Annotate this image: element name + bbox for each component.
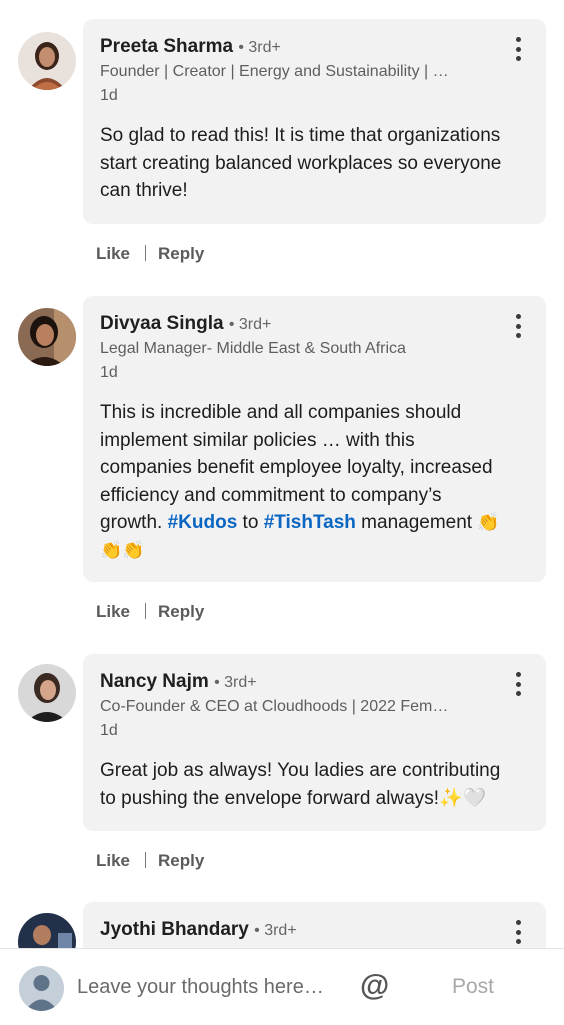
commenter-headline: Co-Founder & CEO at Cloudhoods | 2022 Fe… [100,698,449,715]
avatar[interactable] [18,32,76,90]
more-options-icon[interactable] [510,37,526,61]
post-button[interactable]: Post [452,975,494,999]
comment-composer: Leave your thoughts here… @ Post [0,948,564,1025]
reply-button[interactable]: Reply [158,244,204,263]
comment-timestamp: 1d [100,364,118,381]
comment-bubble: Nancy Najm • 3rd+ Co-Founder & CEO at Cl… [83,654,546,831]
connection-degree: • 3rd+ [238,39,281,56]
commenter-name[interactable]: Divyaa Singla [100,313,224,334]
more-options-icon[interactable] [510,672,526,696]
commenter-headline: Legal Manager- Middle East & South Afric… [100,340,406,357]
clapping-hands-emoji: 👏 [477,512,500,532]
more-options-icon[interactable] [510,920,526,944]
profile-photo [18,308,76,366]
profile-photo [18,664,76,722]
comment-timestamp: 1d [100,87,118,104]
divider [145,603,147,619]
like-button[interactable]: Like [96,244,130,263]
comment-actions: Like Reply [96,244,204,264]
commenter-name[interactable]: Nancy Najm [100,671,209,692]
like-button[interactable]: Like [96,602,130,621]
more-options-icon[interactable] [510,314,526,338]
comment-actions: Like Reply [96,851,204,871]
divider [145,245,147,261]
comment-bubble: Divyaa Singla • 3rd+ Legal Manager- Midd… [83,296,546,582]
reply-button[interactable]: Reply [158,851,204,870]
reply-button[interactable]: Reply [158,602,204,621]
connection-degree: • 3rd+ [228,316,272,333]
comment-actions: Like Reply [96,602,204,622]
avatar[interactable] [18,308,76,366]
comment-text: This is incredible and all companies sho… [100,399,502,564]
divider [145,852,147,868]
comment-text-segment: management [355,512,478,533]
comment-bubble: Preeta Sharma • 3rd+ Founder | Creator |… [83,19,546,224]
commenter-headline: Founder | Creator | Energy and Sustainab… [100,63,449,80]
hashtag-link[interactable]: #TishTash [264,512,356,533]
commenter-name[interactable]: Preeta Sharma [100,36,233,57]
clapping-hands-emoji: 👏👏 [100,539,145,560]
comment-text: So glad to read this! It is time that or… [100,125,502,201]
profile-photo [18,32,76,90]
commenter-name[interactable]: Jyothi Bhandary [100,919,249,940]
my-avatar [19,966,64,1011]
connection-degree: • 3rd+ [214,674,257,691]
comment-timestamp: 1d [100,722,118,739]
hashtag-link[interactable]: #Kudos [168,512,238,533]
mention-at-icon[interactable]: @ [360,969,389,1003]
like-button[interactable]: Like [96,851,130,870]
comment-text-segment: to [237,512,264,533]
comment-input[interactable]: Leave your thoughts here… [77,976,324,999]
default-person-icon [19,966,64,1011]
comment-text: Great job as always! You ladies are cont… [100,760,501,809]
connection-degree: • 3rd+ [254,922,297,939]
avatar[interactable] [18,664,76,722]
